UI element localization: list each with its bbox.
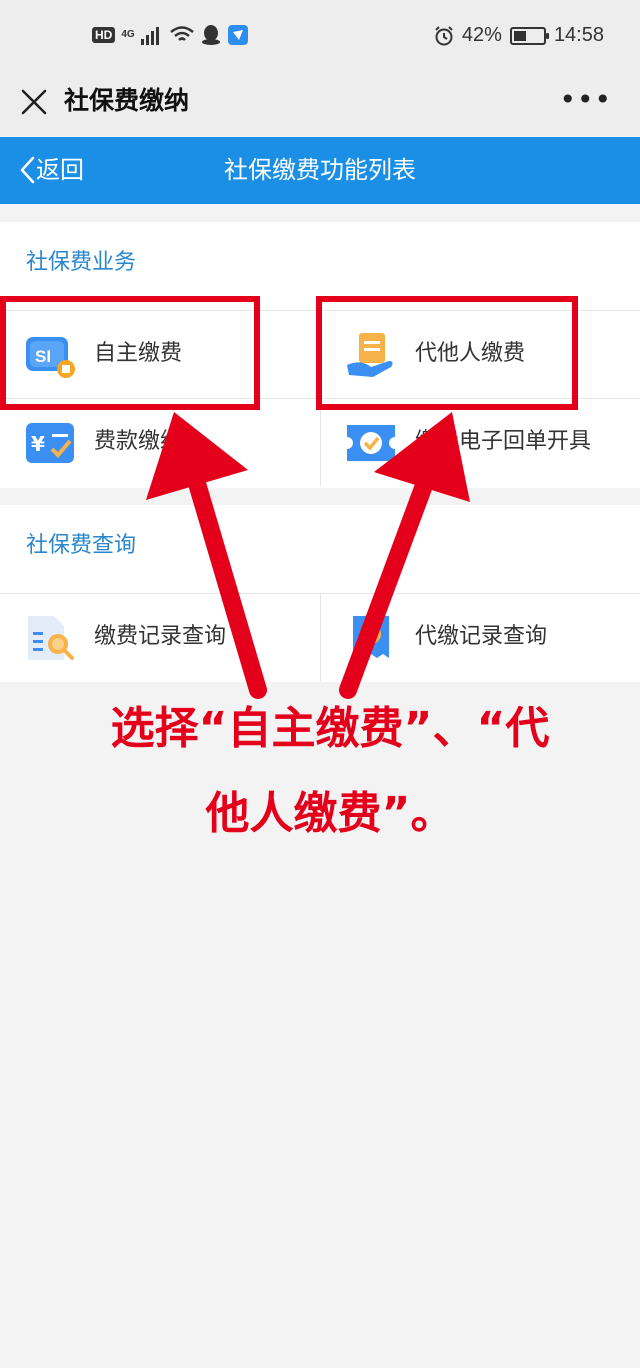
- annotation-arrows: [146, 412, 470, 699]
- record-search-icon: [28, 616, 74, 660]
- annotation-caption-line1: 选择“自主缴费”、“代: [110, 703, 550, 754]
- more-icon[interactable]: •••: [559, 86, 612, 114]
- annotation-caption-line2: 他人缴费”。: [205, 788, 455, 839]
- menu-item-label: 缴费记录查询: [94, 624, 227, 649]
- battery-icon: [509, 26, 549, 45]
- section-title: 社保费查询: [26, 533, 137, 558]
- nav-title: 社保费缴纳: [64, 86, 190, 115]
- e-receipt-icon: [347, 425, 395, 461]
- highlight-pay-for-others: [316, 296, 578, 410]
- menu-item-record-search[interactable]: 缴费记录查询: [0, 593, 320, 681]
- menu-item-label: 代缴记录查询: [415, 624, 548, 649]
- battery-level: [513, 30, 526, 41]
- menu-item-label: 费款缴纳: [94, 429, 183, 454]
- status-right: 42% 14:58: [434, 24, 604, 47]
- battery-percent: 42%: [461, 24, 502, 46]
- close-icon[interactable]: [16, 84, 52, 120]
- signal-icon: [140, 27, 159, 45]
- menu-item-proxy-record[interactable]: 代缴记录查询: [320, 593, 640, 681]
- app-icon: [227, 25, 248, 45]
- nav-bar: 社保费缴纳 •••: [0, 72, 640, 136]
- alarm-icon: [435, 25, 453, 45]
- page-header: 返回 社保缴费功能列表: [0, 137, 640, 204]
- proxy-record-icon: [353, 616, 389, 658]
- wifi-icon: [169, 26, 194, 41]
- status-bar: HD 4G 42% 14:58: [0, 0, 640, 72]
- page-title: 社保缴费功能列表: [224, 156, 416, 184]
- hd-badge: HD: [92, 27, 116, 43]
- network-type: 4G: [121, 29, 135, 40]
- clock: 14:58: [553, 24, 604, 46]
- section-title: 社保费业务: [26, 250, 137, 275]
- highlight-self-pay: [0, 296, 260, 410]
- menu-item-fee-payment[interactable]: ¥ 费款缴纳: [0, 398, 320, 486]
- qq-icon: [201, 25, 220, 45]
- menu-item-label: 缴费电子回单开具: [415, 429, 592, 454]
- fee-payment-icon: ¥: [26, 423, 74, 463]
- query-section: 社保费查询 缴费记录查询 代缴记录查询: [0, 505, 640, 682]
- menu-item-e-receipt[interactable]: 缴费电子回单开具: [320, 398, 640, 486]
- status-left: HD 4G: [92, 24, 249, 46]
- svg-text:¥: ¥: [31, 432, 45, 456]
